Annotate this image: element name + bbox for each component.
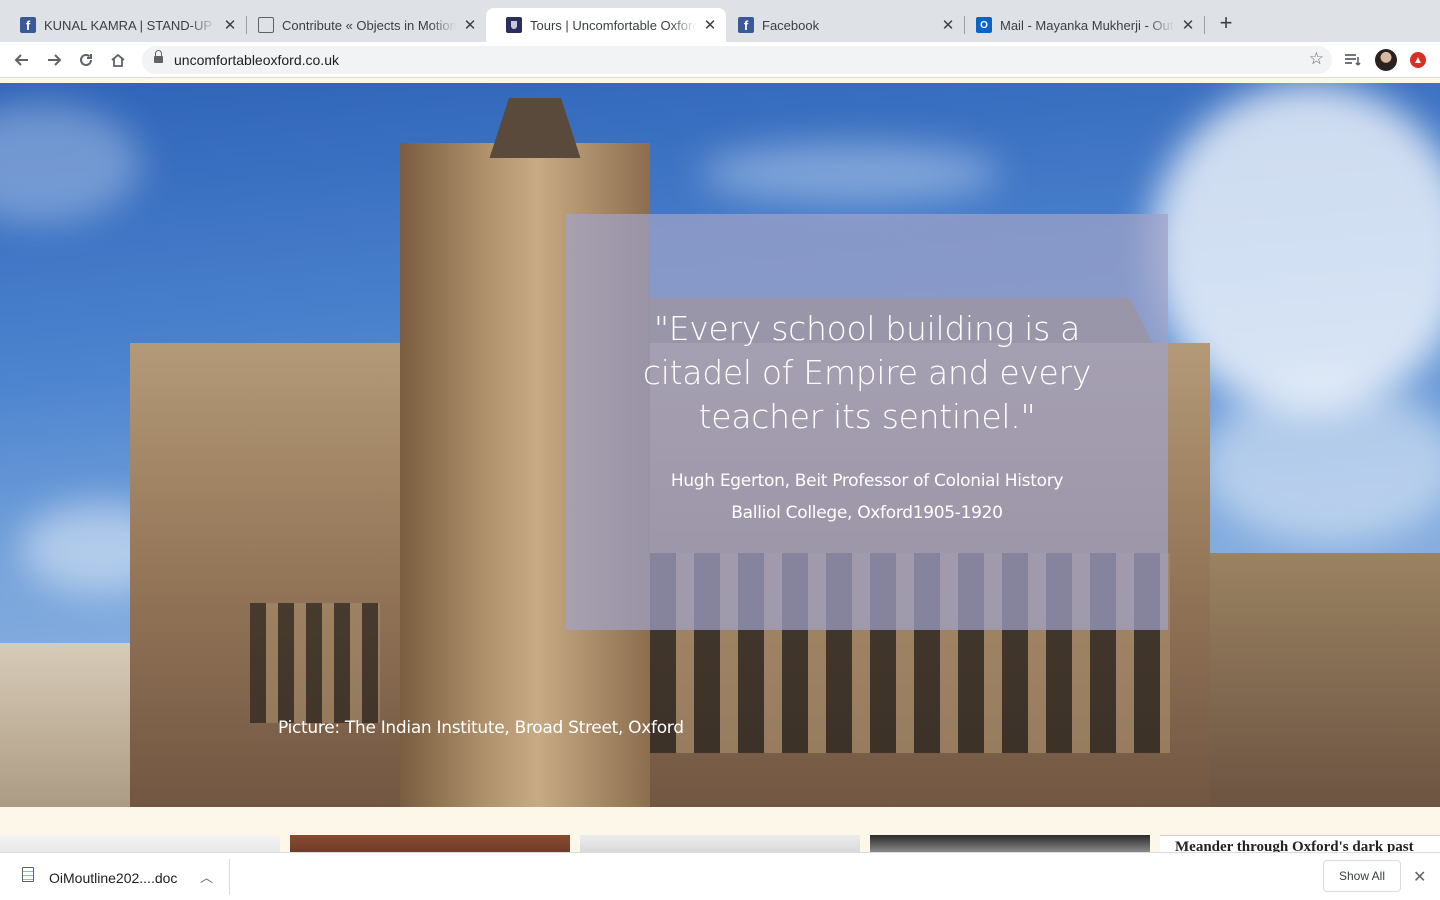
quote-attribution: Hugh Egerton, Beit Professor of Colonial… bbox=[670, 465, 1064, 529]
promo-text: Meander through Oxford's dark past bbox=[1175, 839, 1414, 852]
tab-kunal-kamra[interactable]: f KUNAL KAMRA | STAND-UP on ✕ bbox=[0, 8, 246, 42]
close-icon[interactable]: ✕ bbox=[702, 17, 718, 34]
image-caption: Picture: The Indian Institute, Broad Str… bbox=[278, 718, 684, 738]
shelf-separator bbox=[229, 859, 230, 895]
extension-icon: ▲ bbox=[1410, 52, 1426, 68]
tour-thumbnail[interactable] bbox=[870, 835, 1150, 852]
close-icon[interactable]: ✕ bbox=[1180, 17, 1196, 34]
uncomfortable-oxford-icon bbox=[506, 17, 522, 33]
tab-objects-in-motion[interactable]: Contribute « Objects in Motion ✕ bbox=[238, 8, 486, 42]
attribution-line: Hugh Egerton, Beit Professor of Colonial… bbox=[670, 471, 1064, 491]
tab-title: Tours | Uncomfortable Oxford bbox=[530, 17, 696, 33]
home-button[interactable] bbox=[106, 48, 130, 72]
bookmark-star-icon[interactable]: ☆ bbox=[1309, 49, 1324, 69]
cloud bbox=[700, 143, 1000, 203]
facebook-icon: f bbox=[738, 17, 754, 33]
tab-separator bbox=[1204, 16, 1205, 34]
outlook-icon: O bbox=[976, 17, 992, 33]
url-text: uncomfortableoxford.co.uk bbox=[174, 52, 339, 68]
tab-title: Facebook bbox=[762, 17, 820, 33]
tab-facebook[interactable]: f Facebook ✕ bbox=[718, 8, 964, 42]
tab-title: Contribute « Objects in Motion bbox=[282, 17, 456, 33]
forward-button[interactable] bbox=[42, 48, 66, 72]
building-windows bbox=[250, 603, 380, 723]
document-icon bbox=[22, 867, 34, 882]
profile-avatar[interactable] bbox=[1374, 48, 1398, 72]
browser-toolbar: uncomfortableoxford.co.uk ☆ ▲ bbox=[0, 42, 1440, 78]
facebook-icon: f bbox=[20, 17, 36, 33]
lock-icon bbox=[154, 50, 163, 66]
tab-strip: f KUNAL KAMRA | STAND-UP on ✕ Contribute… bbox=[0, 0, 1440, 42]
close-icon[interactable]: ✕ bbox=[940, 17, 956, 34]
promo-banner[interactable]: Meander through Oxford's dark past bbox=[1160, 835, 1440, 852]
tour-thumbnail[interactable] bbox=[290, 835, 570, 852]
new-tab-button[interactable]: + bbox=[1214, 12, 1238, 36]
globe-icon bbox=[258, 17, 274, 33]
address-bar[interactable]: uncomfortableoxford.co.uk ☆ bbox=[142, 46, 1332, 74]
back-button[interactable] bbox=[10, 48, 34, 72]
tab-title: Mail - Mayanka Mukherji - Outlook bbox=[1000, 17, 1174, 33]
reload-button[interactable] bbox=[74, 48, 98, 72]
tab-uncomfortable-oxford[interactable]: Tours | Uncomfortable Oxford ✕ bbox=[486, 8, 726, 42]
reading-list-icon[interactable] bbox=[1341, 48, 1365, 72]
show-all-button[interactable]: Show All bbox=[1323, 860, 1401, 892]
tour-thumbnail[interactable] bbox=[0, 835, 280, 852]
download-shelf: OiMoutline202....doc ︿ Show All ✕ bbox=[0, 852, 1440, 900]
download-file-name[interactable]: OiMoutline202....doc bbox=[49, 870, 177, 886]
tab-outlook-mail[interactable]: O Mail - Mayanka Mukherji - Outlook ✕ bbox=[956, 8, 1204, 42]
cloud bbox=[0, 103, 140, 223]
web-page: "Every school building is a citadel of E… bbox=[0, 78, 1440, 852]
arrow-right-icon bbox=[48, 54, 62, 66]
extension-button[interactable]: ▲ bbox=[1406, 48, 1430, 72]
chevron-up-icon[interactable]: ︿ bbox=[200, 867, 213, 886]
cloud bbox=[1200, 383, 1440, 543]
arrow-left-icon bbox=[14, 54, 28, 66]
reload-icon bbox=[80, 53, 92, 66]
tab-title: KUNAL KAMRA | STAND-UP on bbox=[44, 17, 216, 33]
building-left bbox=[0, 643, 150, 807]
close-icon[interactable]: ✕ bbox=[1413, 867, 1426, 887]
close-icon[interactable]: ✕ bbox=[462, 17, 478, 34]
quote-overlay: "Every school building is a citadel of E… bbox=[566, 214, 1168, 630]
home-icon bbox=[111, 53, 125, 67]
tour-thumbnail[interactable] bbox=[580, 835, 860, 852]
close-icon[interactable]: ✕ bbox=[222, 17, 238, 34]
avatar bbox=[1375, 49, 1397, 71]
attribution-line: Balliol College, Oxford1905-1920 bbox=[731, 503, 1003, 523]
hero-image: "Every school building is a citadel of E… bbox=[0, 83, 1440, 807]
quote-text: "Every school building is a citadel of E… bbox=[642, 309, 1092, 436]
